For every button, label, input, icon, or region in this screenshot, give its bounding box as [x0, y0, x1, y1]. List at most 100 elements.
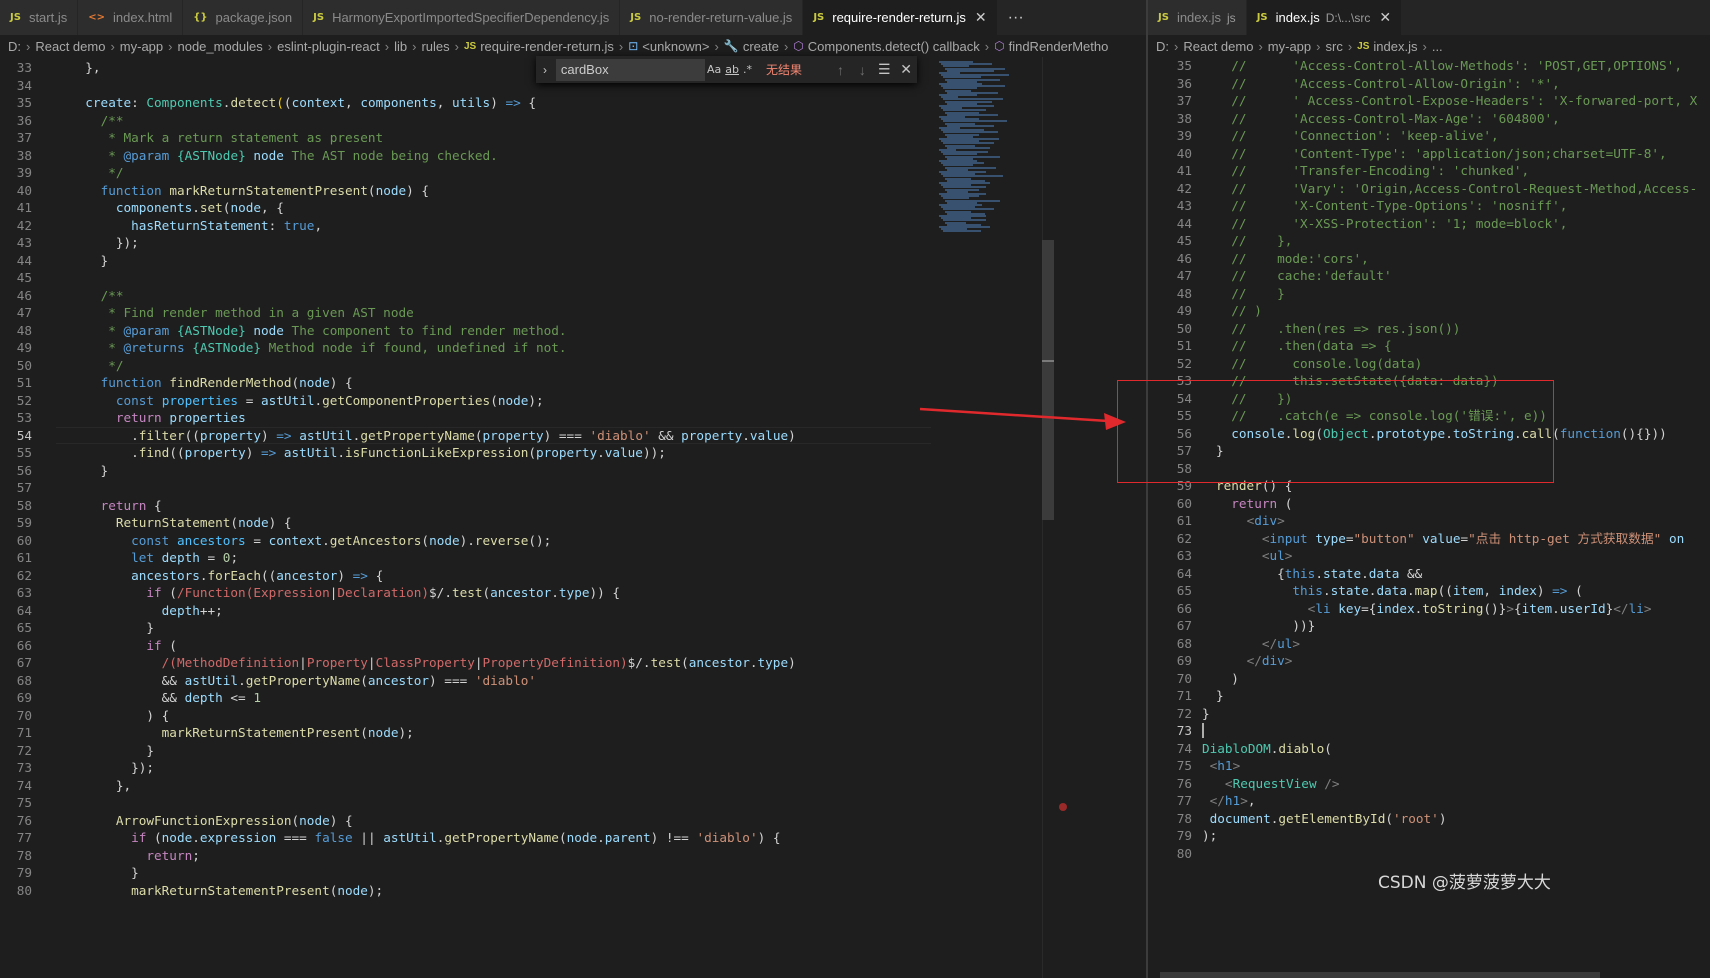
match-case-toggle[interactable]: Aa — [707, 63, 721, 76]
code-text: </div> — [1246, 653, 1293, 668]
breakpoint-icon[interactable] — [1059, 803, 1067, 811]
more-actions-icon[interactable]: ··· — [998, 0, 1034, 35]
line-number: 35 — [16, 95, 32, 110]
code-text: ))} — [1216, 618, 1316, 633]
line-number: 66 — [16, 637, 32, 653]
right-code-editor[interactable]: 35 // 'Access-Control-Allow-Methods': 'P… — [1148, 57, 1710, 978]
breadcrumb-item[interactable]: D: — [8, 39, 21, 54]
breadcrumb-label: eslint-plugin-react — [277, 38, 380, 54]
code-text: } — [70, 462, 109, 478]
wrench-icon: 🔧 — [723, 39, 739, 53]
left-tab-4[interactable]: JS no-render-return-value.js — [620, 0, 804, 35]
breadcrumb-item[interactable]: ⊡ <unknown> — [628, 39, 709, 54]
find-in-selection-icon[interactable]: ☰ — [873, 61, 895, 78]
code-text: * @returns {ASTNode} Method node if foun… — [70, 340, 567, 355]
chevron-right-icon[interactable]: › — [536, 63, 554, 77]
code-text: this.state.data.map((item, index) => ( — [1292, 583, 1583, 598]
left-tab-0[interactable]: JS start.js — [0, 0, 79, 35]
code-line: 52 // console.log(data) — [1148, 355, 1710, 373]
regex-toggle[interactable]: .* — [743, 63, 752, 76]
code-text: // ) — [1231, 303, 1262, 318]
tab-description: D:\...\src — [1325, 10, 1371, 25]
line-number: 71 — [1176, 688, 1192, 703]
code-line: 62 <input type="button" value="点击 http-g… — [1148, 530, 1710, 548]
code-text: // 'Access-Control-Max-Age': '604800', — [1231, 110, 1560, 126]
left-tab-3[interactable]: JS HarmonyExportImportedSpecifierDependen… — [303, 0, 621, 35]
breadcrumb-item[interactable]: src — [1325, 39, 1342, 54]
code-line: 65 this.state.data.map((item, index) => … — [1148, 582, 1710, 600]
line-number: 47 — [16, 305, 32, 320]
tab-label: no-render-return-value.js — [649, 10, 793, 25]
line-number: 51 — [1176, 338, 1192, 353]
code-text: // 'X-Content-Type-Options': 'nosniff', — [1231, 198, 1568, 213]
breadcrumb-label: lib — [394, 38, 408, 54]
line-number: 36 — [1176, 75, 1192, 91]
line-number: 47 — [1176, 268, 1192, 283]
code-text: // 'Access-Control-Allow-Origin': '*', — [1231, 75, 1560, 91]
right-breadcrumb: D: › React demo › my-app › src › JS index.js ›... — [1148, 35, 1710, 57]
breadcrumb-item[interactable]: React demo — [35, 39, 105, 54]
chevron-right-icon: › — [1316, 38, 1321, 54]
breadcrumb-item[interactable]: lib — [394, 39, 407, 54]
right-tab-0[interactable]: JS index.js js — [1148, 0, 1247, 35]
line-number: 67 — [16, 655, 32, 670]
code-line: 40 // 'Content-Type': 'application/json;… — [1148, 145, 1710, 163]
next-match-icon[interactable]: ↓ — [851, 62, 873, 78]
chevron-right-icon: › — [1258, 38, 1263, 54]
breadcrumb-item[interactable]: ⬡ Components.detect() callback — [793, 39, 979, 54]
code-line: 73 — [1148, 722, 1710, 740]
breadcrumb-item[interactable]: ... — [1432, 39, 1443, 54]
breadcrumb-item[interactable]: React demo — [1183, 39, 1253, 54]
line-number: 44 — [1176, 215, 1192, 231]
breadcrumb-item[interactable]: node_modules — [177, 39, 262, 54]
code-line: 80 — [1148, 845, 1710, 863]
code-text: } — [1216, 688, 1224, 703]
left-scrollbar-thumb[interactable] — [1042, 240, 1054, 520]
code-text: const properties = astUtil.getComponentP… — [115, 392, 544, 408]
code-text: && astUtil.getPropertyName(ancestor) ===… — [70, 672, 536, 688]
line-number: 40 — [1176, 145, 1192, 161]
line-number: 78 — [1176, 810, 1192, 826]
breadcrumb-item[interactable]: rules — [421, 39, 449, 54]
breadcrumb-item[interactable]: JS require-render-return.js — [464, 39, 614, 54]
breadcrumb-item[interactable]: my-app — [1268, 39, 1311, 54]
breadcrumb-item[interactable]: ⬡ findRenderMetho — [994, 39, 1108, 54]
left-tab-1[interactable]: <> index.html — [78, 0, 184, 35]
breadcrumb-item[interactable]: my-app — [120, 39, 163, 54]
line-number: 70 — [1176, 670, 1192, 686]
symbol-method-icon: ⬡ — [793, 39, 804, 53]
minimap[interactable] — [935, 57, 1043, 978]
right-horizontal-scrollbar[interactable] — [1160, 972, 1600, 978]
line-number: 74 — [1176, 740, 1192, 756]
line-number: 78 — [16, 847, 32, 863]
left-tab-2[interactable]: {} package.json — [183, 0, 304, 35]
find-input[interactable]: cardBox — [555, 58, 705, 81]
previous-match-icon[interactable]: ↑ — [830, 62, 852, 78]
breadcrumb-item[interactable]: D: — [1156, 39, 1169, 54]
breadcrumb-item[interactable]: 🔧 create — [724, 39, 779, 54]
find-result-count: 无结果 — [765, 63, 802, 77]
line-number: 40 — [16, 182, 32, 198]
breadcrumb-item[interactable]: eslint-plugin-react — [277, 39, 380, 54]
code-line: 63 <ul> — [1148, 547, 1710, 565]
close-tab-icon[interactable]: ✕ — [975, 9, 987, 26]
match-word-toggle[interactable]: ab — [725, 63, 739, 76]
line-number: 34 — [16, 77, 32, 93]
right-tab-1[interactable]: JS index.js D:\...\src ✕ — [1246, 0, 1403, 35]
breadcrumb-label: findRenderMetho — [1008, 38, 1109, 54]
find-widget: › cardBox Aa ab .* 无结果 ↑ ↓ ☰ ✕ — [536, 56, 917, 83]
line-number: 48 — [1176, 285, 1192, 301]
annotation-highlight-box — [1117, 380, 1554, 483]
code-text: // 'Content-Type': 'application/json;cha… — [1231, 145, 1667, 161]
code-text: /(MethodDefinition|Property|ClassPropert… — [161, 655, 796, 670]
left-tab-5[interactable]: JS require-render-return.js ✕ — [803, 0, 998, 35]
breadcrumb-item[interactable]: JS index.js — [1357, 39, 1417, 54]
line-number: 68 — [16, 672, 32, 688]
code-line: 77 </h1>, — [1148, 792, 1710, 810]
line-number: 43 — [1176, 198, 1192, 213]
close-tab-icon[interactable]: ✕ — [1379, 9, 1391, 26]
code-text: <ul> — [1261, 548, 1293, 563]
close-find-icon[interactable]: ✕ — [895, 61, 917, 78]
line-number: 79 — [1176, 828, 1192, 843]
line-number: 61 — [1176, 513, 1192, 528]
